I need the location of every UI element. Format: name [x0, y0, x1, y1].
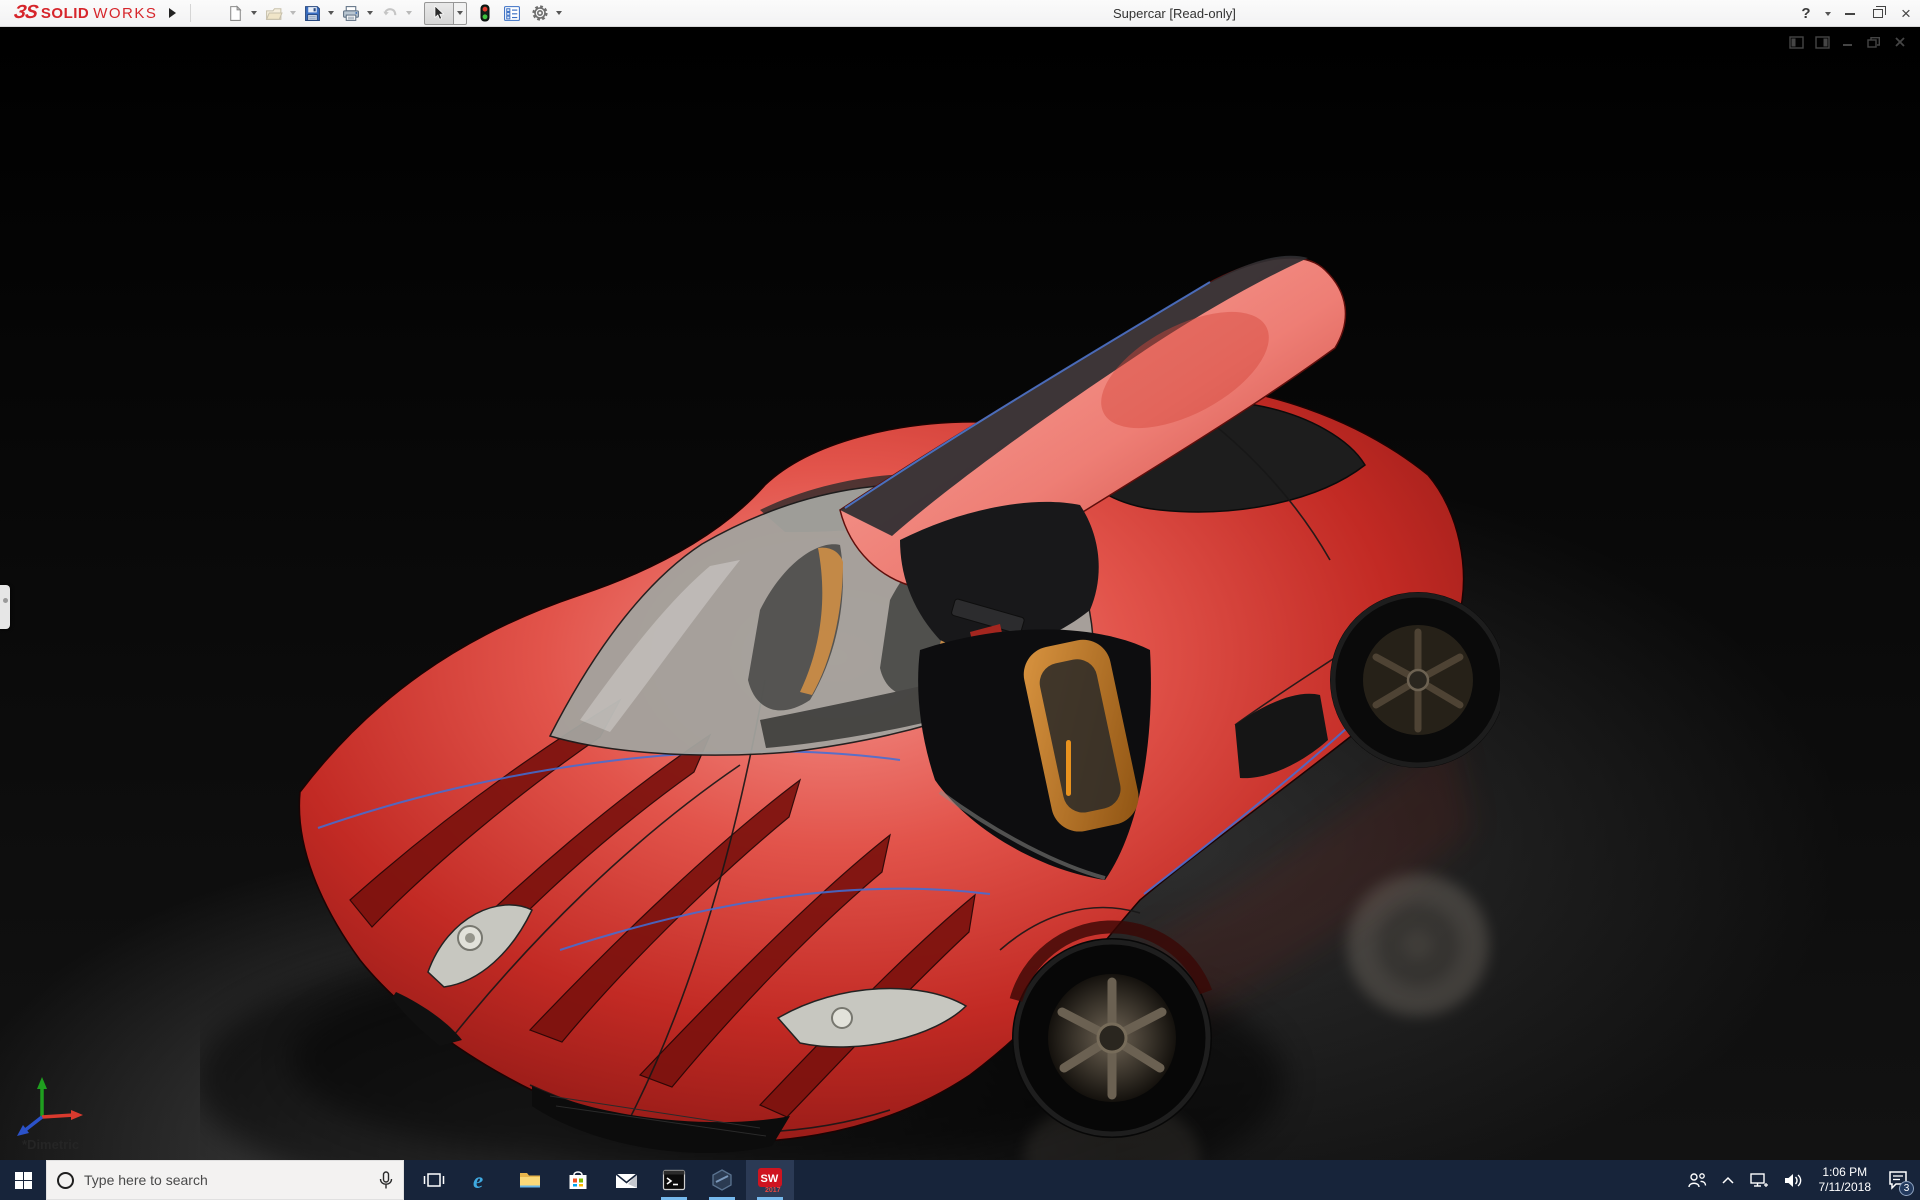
hexagon-app-icon: [712, 1169, 732, 1191]
options-button[interactable]: [529, 1, 551, 25]
save-floppy-icon: [305, 5, 321, 21]
traffic-light-icon: [480, 4, 490, 22]
open-folder-icon: [266, 7, 284, 20]
people-button[interactable]: [1680, 1160, 1714, 1200]
hexagon-app-button[interactable]: [698, 1160, 746, 1200]
save-button[interactable]: [302, 1, 323, 25]
new-document-button[interactable]: [225, 1, 246, 25]
properties-list-button[interactable]: [501, 1, 523, 25]
start-button[interactable]: [0, 1160, 46, 1200]
solidworks-2017-button[interactable]: SW 2017: [746, 1160, 794, 1200]
doc-close-icon[interactable]: [1892, 35, 1908, 49]
show-panel-left-icon[interactable]: [1788, 35, 1804, 49]
show-hidden-icons-button[interactable]: [1714, 1160, 1742, 1200]
open-button[interactable]: [263, 1, 285, 25]
tray-time: 1:06 PM: [1822, 1165, 1868, 1179]
restore-button[interactable]: [1864, 0, 1892, 27]
graphics-viewport[interactable]: *Dimetric: [0, 27, 1920, 1160]
svg-text:e: e: [473, 1168, 483, 1192]
taskbar-search[interactable]: [46, 1160, 404, 1200]
undo-button[interactable]: [379, 1, 401, 25]
print-button[interactable]: [340, 1, 362, 25]
solidworks-logo: ЗS SOLID WORKS: [0, 0, 165, 27]
select-tool: [424, 1, 468, 25]
minimize-icon: [1845, 12, 1855, 15]
view-orientation-label: *Dimetric: [22, 1137, 80, 1152]
command-prompt-button[interactable]: [650, 1160, 698, 1200]
list-icon: [504, 5, 521, 21]
svg-text:2017: 2017: [765, 1187, 781, 1193]
search-input[interactable]: [84, 1172, 369, 1188]
new-document-dropdown[interactable]: [251, 11, 258, 15]
open-dropdown[interactable]: [290, 11, 297, 15]
mail-icon: [614, 1172, 638, 1188]
speaker-icon: [1784, 1173, 1801, 1187]
new-doc-icon: [230, 4, 242, 21]
toolbar-separator: [190, 4, 192, 22]
windows-logo-icon: [14, 1171, 32, 1189]
help-button[interactable]: ?: [1792, 0, 1820, 27]
close-button[interactable]: ×: [1892, 0, 1920, 27]
minimize-button[interactable]: [1836, 0, 1864, 27]
action-center-button[interactable]: 3: [1880, 1160, 1916, 1200]
select-cursor-icon: [435, 5, 445, 20]
edge-button[interactable]: e: [458, 1160, 506, 1200]
solidworks-logo-light: WORKS: [93, 4, 158, 22]
solidworks-logo-bold: SOLID: [40, 4, 90, 22]
network-button[interactable]: [1742, 1160, 1776, 1200]
doc-minimize-icon[interactable]: [1840, 35, 1856, 49]
store-icon: [569, 1171, 587, 1189]
supercar-model: [200, 255, 1500, 1160]
solidworks-logo-mark: ЗS: [12, 2, 39, 23]
task-view-icon: [423, 1173, 445, 1187]
rebuild-status-button[interactable]: [477, 1, 493, 25]
mail-button[interactable]: [602, 1160, 650, 1200]
command-prompt-icon: [662, 1169, 686, 1191]
restore-icon: [1873, 6, 1886, 18]
file-explorer-button[interactable]: [506, 1160, 554, 1200]
save-dropdown[interactable]: [328, 11, 335, 15]
windows-taskbar: e: [0, 1160, 1920, 1200]
options-dropdown[interactable]: [556, 11, 563, 15]
doc-restore-icon[interactable]: [1866, 35, 1882, 49]
window-title: Supercar [Read-only]: [1113, 6, 1236, 21]
notification-badge: 3: [1899, 1181, 1914, 1196]
feature-panel-collapsed-tab[interactable]: [0, 585, 10, 629]
select-tool-dropdown[interactable]: [454, 1, 468, 25]
select-tool-button[interactable]: [424, 1, 455, 25]
microphone-icon[interactable]: [379, 1170, 393, 1190]
show-panel-right-icon[interactable]: [1814, 35, 1830, 49]
volume-button[interactable]: [1776, 1160, 1810, 1200]
document-window-controls: [1788, 35, 1908, 49]
solidworks-2017-icon: SW 2017: [758, 1168, 782, 1193]
microsoft-store-button[interactable]: [554, 1160, 602, 1200]
menu-flyout-arrow-icon[interactable]: [169, 8, 177, 18]
clock[interactable]: 1:06 PM 7/11/2018: [1810, 1160, 1881, 1200]
svg-text:SW: SW: [761, 1173, 779, 1185]
task-view-button[interactable]: [410, 1160, 458, 1200]
tray-date: 7/11/2018: [1818, 1180, 1872, 1194]
file-explorer-icon: [520, 1173, 540, 1188]
cortana-icon: [57, 1171, 74, 1189]
print-icon: [343, 5, 360, 21]
title-toolbar-strip: ЗS SOLID WORKS Supercar [Read-only] ? ×: [0, 0, 1920, 27]
undo-dropdown[interactable]: [406, 11, 413, 15]
chevron-up-icon: [1721, 1176, 1734, 1184]
network-ethernet-icon: [1749, 1172, 1768, 1187]
gear-icon: [532, 5, 549, 21]
print-dropdown[interactable]: [367, 11, 374, 15]
help-dropdown[interactable]: [1820, 0, 1836, 27]
people-icon: [1687, 1173, 1706, 1188]
edge-icon: e: [473, 1168, 483, 1192]
undo-icon: [383, 7, 397, 15]
close-icon: ×: [1901, 4, 1911, 23]
